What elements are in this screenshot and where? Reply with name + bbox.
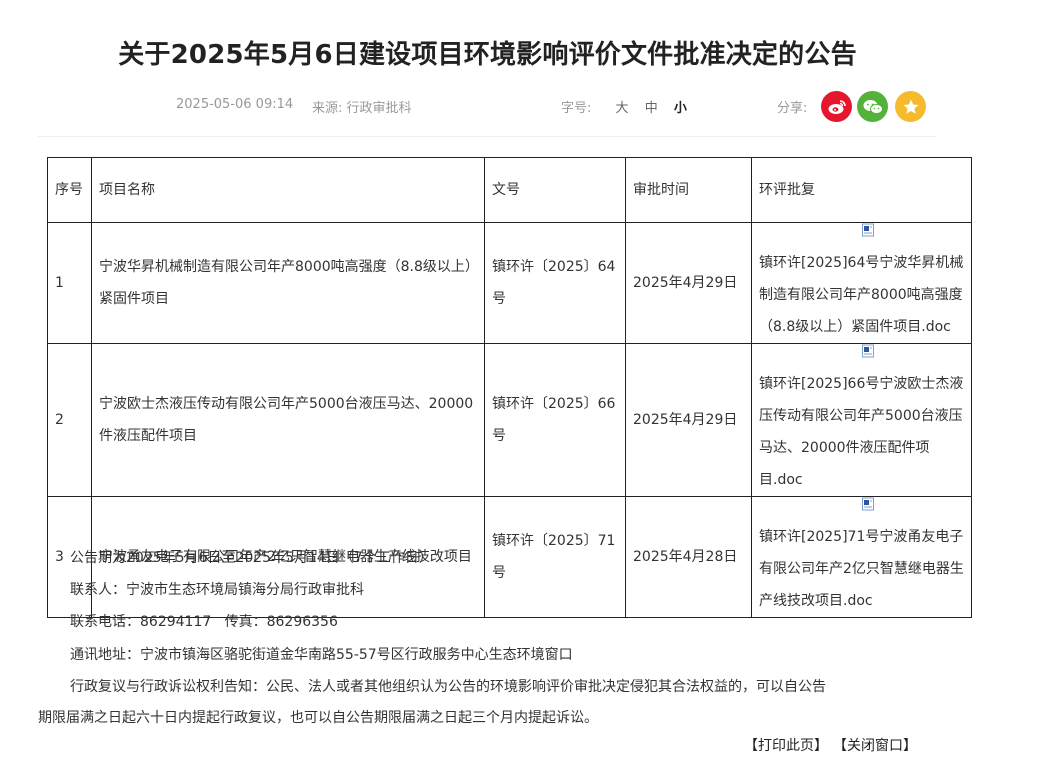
font-size-medium[interactable]: 中 — [645, 97, 658, 116]
doc-file-icon[interactable] — [861, 223, 875, 237]
row-doc-no: 镇环许〔2025〕66号 — [484, 343, 626, 497]
table-row: 2 宁波欧士杰液压传动有限公司年产5000台液压马达、20000件液压配件项目 … — [47, 343, 972, 497]
doc-download-link[interactable]: 镇环许[2025]64号宁波华昇机械制造有限公司年产8000吨高强度（8.8级以… — [759, 255, 963, 335]
row-seq: 2 — [47, 343, 92, 497]
notice-period: 公告期为2025年5月6日至2025年5月14日（7个工作日） — [70, 550, 433, 566]
source-info: 来源: 行政审批科 — [312, 97, 412, 116]
page-actions: 【打印此页】 【关闭窗口】 — [744, 735, 929, 755]
doc-download-link[interactable]: 镇环许[2025]71号宁波甬友电子有限公司年产2亿只智慧继电器生产线技改项目.… — [759, 529, 964, 609]
doc-file-icon[interactable] — [861, 344, 875, 358]
font-size-label: 字号: — [561, 101, 592, 116]
row-project-name: 宁波欧士杰液压传动有限公司年产5000台液压马达、20000件液压配件项目 — [91, 343, 485, 497]
table-row: 1 宁波华昇机械制造有限公司年产8000吨高强度（8.8级以上）紧固件项目 镇环… — [47, 222, 972, 344]
print-page-link[interactable]: 【打印此页】 — [744, 738, 828, 754]
table-header-row: 序号 项目名称 文号 审批时间 环评批复 — [47, 157, 972, 223]
row-seq: 1 — [47, 222, 92, 344]
row-doc-no: 镇环许〔2025〕71号 — [484, 496, 626, 618]
notice-contact: 联系人：宁波市生态环境局镇海分局行政审批科 — [70, 582, 364, 598]
row-approval-date: 2025年4月28日 — [625, 496, 752, 618]
wechat-icon[interactable] — [857, 91, 888, 122]
close-window-link[interactable]: 【关闭窗口】 — [840, 738, 917, 754]
notice-rights-line1: 行政复议与行政诉讼权利告知：公民、法人或者其他组织认为公告的环境影响评价审批决定… — [70, 679, 826, 695]
doc-file-icon[interactable] — [861, 497, 875, 511]
weibo-icon[interactable] — [821, 91, 852, 122]
divider — [38, 136, 936, 137]
row-approval-date: 2025年4月29日 — [625, 343, 752, 497]
font-size-control: 字号: 大 中 小 — [561, 97, 687, 116]
row-doc-no: 镇环许〔2025〕64号 — [484, 222, 626, 344]
row-approval-date: 2025年4月29日 — [625, 222, 752, 344]
page-title: 关于2025年5月6日建设项目环境影响评价文件批准决定的公告 — [118, 40, 857, 70]
header-project-name: 项目名称 — [91, 157, 485, 223]
row-eia-reply: 镇环许[2025]71号宁波甬友电子有限公司年产2亿只智慧继电器生产线技改项目.… — [751, 496, 972, 618]
font-size-small[interactable]: 小 — [674, 97, 687, 116]
doc-download-link[interactable]: 镇环许[2025]66号宁波欧士杰液压传动有限公司年产5000台液压马达、200… — [759, 376, 963, 488]
header-doc-no: 文号 — [484, 157, 626, 223]
source-label: 来源: — [312, 101, 343, 116]
share-label: 分享: — [777, 101, 808, 116]
publish-date: 2025-05-06 09:14 — [176, 97, 294, 112]
header-seq: 序号 — [47, 157, 92, 223]
notice-address: 通讯地址：宁波市镇海区骆驼街道金华南路55-57号区行政服务中心生态环境窗口 — [70, 647, 573, 663]
row-eia-reply: 镇环许[2025]64号宁波华昇机械制造有限公司年产8000吨高强度（8.8级以… — [751, 222, 972, 344]
header-approval-date: 审批时间 — [625, 157, 752, 223]
notice-rights-line2: 期限届满之日起六十日内提起行政复议，也可以自公告期限届满之日起三个月内提起诉讼。 — [38, 710, 598, 726]
source-value: 行政审批科 — [346, 101, 412, 116]
notice-phone: 联系电话：86294117 传真：86296356 — [70, 614, 338, 630]
font-size-large[interactable]: 大 — [616, 97, 629, 116]
row-project-name: 宁波华昇机械制造有限公司年产8000吨高强度（8.8级以上）紧固件项目 — [91, 222, 485, 344]
header-eia-reply: 环评批复 — [751, 157, 972, 223]
row-eia-reply: 镇环许[2025]66号宁波欧士杰液压传动有限公司年产5000台液压马达、200… — [751, 343, 972, 497]
favorite-star-icon[interactable] — [895, 91, 926, 122]
